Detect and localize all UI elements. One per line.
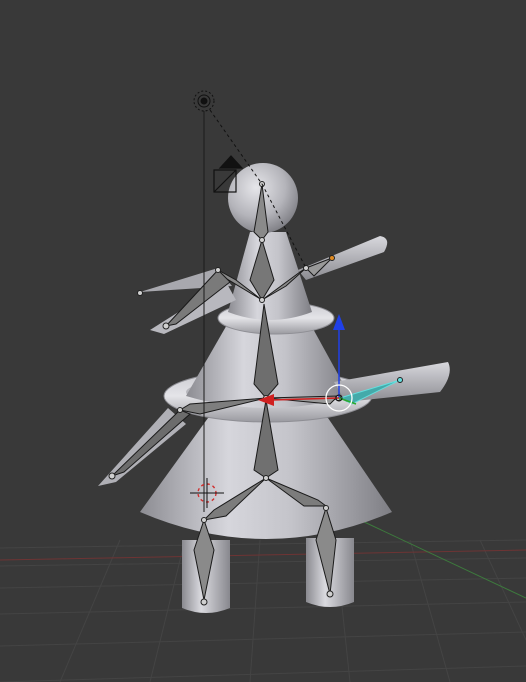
y-axis-line (359, 519, 526, 599)
x-axis-line (0, 549, 526, 561)
3d-viewport[interactable] (0, 0, 526, 682)
manipulator-z-arrow-icon[interactable] (333, 314, 345, 330)
